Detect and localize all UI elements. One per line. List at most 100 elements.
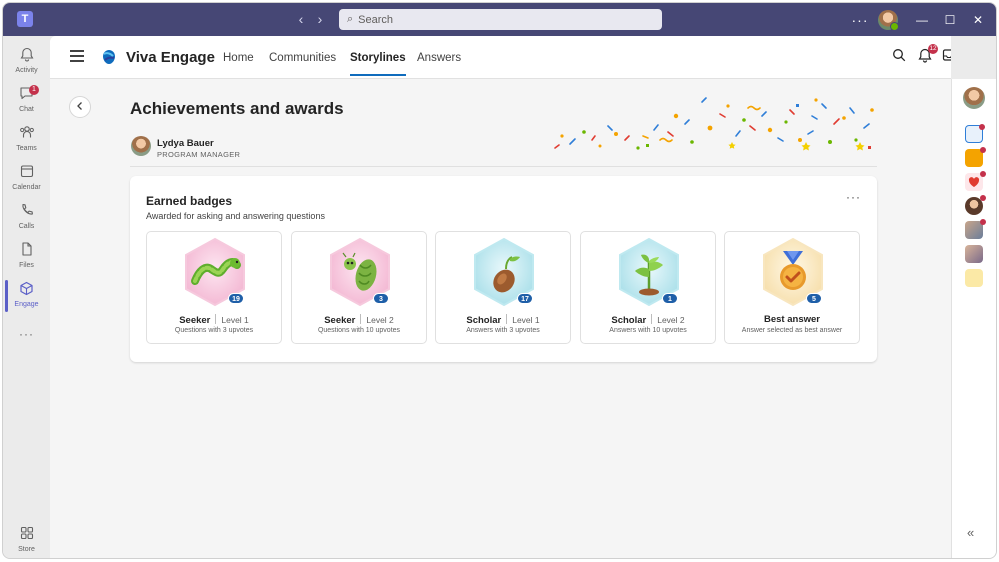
file-icon (3, 242, 50, 260)
badge-level: Level 2 (657, 315, 685, 325)
notifications-badge: 12 (928, 44, 938, 54)
rail-item-calendar[interactable]: Calendar (3, 161, 50, 197)
calendar-icon (3, 164, 50, 182)
badge-scholar-level-2[interactable]: 1 Scholar Level 2 Answers with 10 upvotes (580, 231, 716, 344)
app-rail: Activity Chat 1 Teams Calendar Calls Fil… (3, 36, 50, 558)
chat-icon (3, 86, 50, 104)
card-title: Earned badges (146, 194, 233, 208)
badge-count: 5 (806, 293, 822, 304)
profile-name[interactable]: Lydya Bauer (157, 138, 214, 149)
engage-app-bar: Viva Engage Home Communities Storylines … (50, 36, 951, 79)
tab-home[interactable]: Home (223, 52, 254, 64)
rail-more-apps[interactable]: ··· (3, 325, 50, 341)
badge-description: Questions with 10 upvotes (317, 327, 401, 334)
teams-icon (3, 125, 50, 143)
more-apps-icon: ··· (19, 327, 34, 341)
store-icon (3, 526, 50, 544)
badge-name: Seeker (179, 315, 211, 326)
badge-name: Scholar (466, 315, 502, 326)
group-avatar[interactable] (965, 245, 983, 263)
tab-storylines[interactable]: Storylines (350, 52, 406, 76)
badge-count: 17 (517, 293, 533, 304)
rail-item-files[interactable]: Files (3, 239, 50, 275)
page-title: Achievements and awards (130, 99, 344, 118)
copilot-app-icon[interactable] (965, 124, 985, 143)
badge-count: 19 (228, 293, 244, 304)
collapse-rail-icon[interactable]: « (967, 525, 974, 540)
search-placeholder: Search (358, 13, 394, 26)
badge-level: Level 2 (366, 315, 394, 325)
profile-role: PROGRAM MANAGER (157, 150, 241, 159)
search-input[interactable]: ⌕ Search (339, 9, 662, 30)
badge-name: Seeker (324, 315, 356, 326)
search-icon: ⌕ (347, 13, 354, 25)
app-title: Viva Engage (126, 49, 215, 66)
rail-item-chat[interactable]: Chat 1 (3, 83, 50, 119)
group-avatar[interactable] (965, 219, 986, 239)
badge-seeker-level-2[interactable]: 3 Seeker Level 2 Questions with 10 upvote… (291, 231, 427, 344)
person-avatar[interactable] (965, 195, 986, 215)
back-button[interactable] (69, 96, 91, 118)
rail-label: Chat (19, 106, 34, 113)
notifications-bell-icon[interactable]: 12 (916, 44, 938, 66)
user-avatar[interactable] (878, 9, 899, 31)
praise-heart-icon[interactable] (965, 171, 986, 191)
badge-level: Level 1 (221, 315, 249, 325)
earned-badges-card: Earned badges Awarded for asking and ans… (130, 176, 877, 362)
viva-engage-logo-icon (103, 50, 115, 64)
forward-arrow-icon[interactable]: › (312, 11, 328, 27)
rail-item-calls[interactable]: Calls (3, 200, 50, 236)
back-arrow-icon[interactable]: ‹ (293, 11, 309, 27)
badge-scholar-level-1[interactable]: 17 Scholar Level 1 Answers with 3 upvotes (435, 231, 571, 344)
inbox-icon[interactable]: 5 (940, 48, 951, 66)
rail-label: Calls (18, 223, 35, 230)
badge-count: 1 (662, 293, 678, 304)
profile-avatar[interactable] (963, 87, 985, 109)
tab-communities[interactable]: Communities (269, 52, 336, 64)
rail-label: Engage (14, 301, 39, 308)
minimize-button[interactable]: — (908, 13, 936, 27)
search-icon[interactable] (890, 48, 908, 66)
confetti-decoration (554, 97, 874, 151)
badge-seeker-level-1[interactable]: 19 Seeker Level 1 Questions with 3 upvote… (146, 231, 282, 344)
profile-avatar[interactable] (131, 136, 151, 156)
phone-icon (3, 203, 50, 221)
bell-icon (3, 47, 50, 65)
badge-name: Best answer (764, 314, 820, 325)
badge-count: 3 (373, 293, 389, 304)
rail-label: Files (19, 262, 34, 269)
badge-description: Questions with 3 upvotes (174, 327, 254, 334)
badge-level: Level 1 (512, 315, 540, 325)
badge-description: Answers with 10 upvotes (609, 327, 687, 334)
rail-item-store[interactable]: Store (3, 523, 50, 558)
rail-label: Calendar (12, 184, 41, 191)
engage-icon (3, 281, 50, 299)
rail-item-teams[interactable]: Teams (3, 122, 50, 158)
hamburger-menu-icon[interactable] (70, 50, 84, 62)
divider (130, 166, 877, 167)
badge-best-answer[interactable]: 5 Best answer Answer selected as best an… (724, 231, 860, 344)
badge-description: Answers with 3 upvotes (466, 327, 540, 334)
chevron-left-icon (77, 102, 82, 110)
close-button[interactable]: ✕ (964, 13, 992, 27)
badge-description: Answer selected as best answer (741, 327, 843, 334)
main-content: Viva Engage Home Communities Storylines … (50, 36, 951, 558)
rail-item-engage[interactable]: Engage (3, 278, 50, 314)
rail-item-activity[interactable]: Activity (3, 44, 50, 80)
more-options-icon[interactable]: ··· (846, 190, 861, 204)
title-bar: T ‹ › ⌕ Search ··· — ☐ ✕ (3, 3, 996, 36)
tab-answers[interactable]: Answers (417, 52, 461, 64)
right-app-rail: « (951, 79, 996, 558)
chat-badge: 1 (29, 85, 39, 95)
rail-label: Activity (15, 67, 38, 74)
card-subtitle: Awarded for asking and answering questio… (146, 211, 325, 221)
teams-logo-icon: T (17, 11, 33, 27)
more-options-icon[interactable]: ··· (846, 12, 874, 28)
teams-window: T ‹ › ⌕ Search ··· — ☐ ✕ Activity Chat 1 (2, 2, 997, 559)
sticky-app-icon[interactable] (965, 269, 983, 287)
rail-label: Teams (16, 145, 37, 152)
maximize-button[interactable]: ☐ (936, 13, 964, 27)
badge-name: Scholar (611, 315, 647, 326)
rail-label: Store (18, 546, 35, 553)
analytics-app-icon[interactable] (965, 147, 986, 167)
